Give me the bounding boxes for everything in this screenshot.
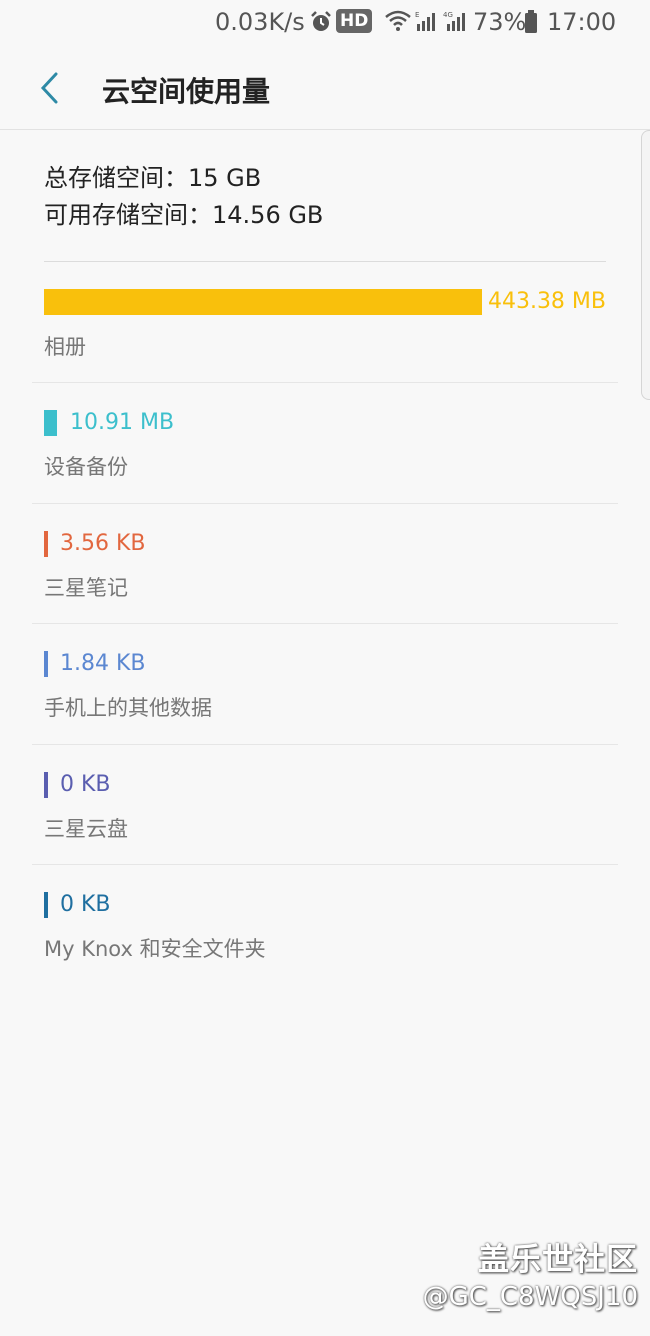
storage-summary: 总存储空间：15 GB 可用存储空间：14.56 GB (44, 160, 323, 234)
svg-text:4G: 4G (443, 11, 453, 19)
back-button[interactable] (36, 70, 66, 106)
usage-label: 三星笔记 (44, 576, 128, 600)
usage-bar (44, 651, 48, 677)
usage-size: 1.84 KB (60, 651, 146, 676)
usage-bar (44, 531, 48, 557)
usage-item-knox-secure-folder[interactable]: 0 KB My Knox 和安全文件夹 (0, 865, 650, 985)
usage-size: 0 KB (60, 772, 111, 797)
usage-bar (44, 410, 57, 436)
chevron-left-icon (40, 72, 58, 104)
usage-label: My Knox 和安全文件夹 (44, 937, 266, 961)
usage-item-samsung-cloud-drive[interactable]: 0 KB 三星云盘 (0, 745, 650, 865)
watermark-site: 盖乐世社区 (478, 1242, 638, 1278)
screen: 0.03K/s HD E 4G 73% 17:00 云空间使用量 总存储空间：1… (0, 0, 650, 1336)
usage-label: 相册 (44, 335, 86, 359)
usage-label: 手机上的其他数据 (44, 696, 212, 720)
usage-item-gallery[interactable]: 443.38 MB 相册 (0, 262, 650, 382)
usage-bar (44, 289, 482, 315)
signal-icon: E (413, 10, 439, 38)
usage-label: 三星云盘 (44, 817, 128, 841)
available-storage-row: 可用存储空间：14.56 GB (44, 197, 323, 234)
usage-item-samsung-notes[interactable]: 3.56 KB 三星笔记 (0, 504, 650, 624)
signal-4g-icon: 4G (443, 10, 469, 38)
usage-size: 443.38 MB (487, 289, 606, 314)
usage-item-other-phone-data[interactable]: 1.84 KB 手机上的其他数据 (0, 624, 650, 744)
clock: 17:00 (547, 8, 617, 36)
total-storage-row: 总存储空间：15 GB (44, 160, 323, 197)
usage-label: 设备备份 (44, 455, 128, 479)
usage-item-device-backup[interactable]: 10.91 MB 设备备份 (0, 383, 650, 503)
usage-size: 3.56 KB (60, 531, 146, 556)
battery-percentage: 73% (473, 8, 527, 36)
battery-icon (524, 10, 538, 40)
network-speed: 0.03K/s (215, 8, 305, 36)
available-storage-label: 可用存储空间： (44, 201, 212, 229)
svg-text:E: E (415, 11, 419, 19)
available-storage-value: 14.56 GB (212, 201, 324, 229)
page-title: 云空间使用量 (102, 75, 271, 108)
alarm-icon (309, 10, 333, 40)
usage-size: 0 KB (60, 892, 111, 917)
watermark-user: @GC_C8WQSJ10 (422, 1282, 638, 1312)
usage-bar (44, 892, 48, 918)
total-storage-value: 15 GB (188, 164, 262, 192)
usage-bar (44, 772, 48, 798)
app-header: 云空间使用量 (0, 44, 650, 130)
status-bar: 0.03K/s HD E 4G 73% 17:00 (0, 0, 650, 44)
total-storage-label: 总存储空间： (44, 164, 188, 192)
hd-badge: HD (336, 9, 373, 33)
usage-size: 10.91 MB (70, 410, 175, 435)
wifi-icon (385, 10, 411, 38)
